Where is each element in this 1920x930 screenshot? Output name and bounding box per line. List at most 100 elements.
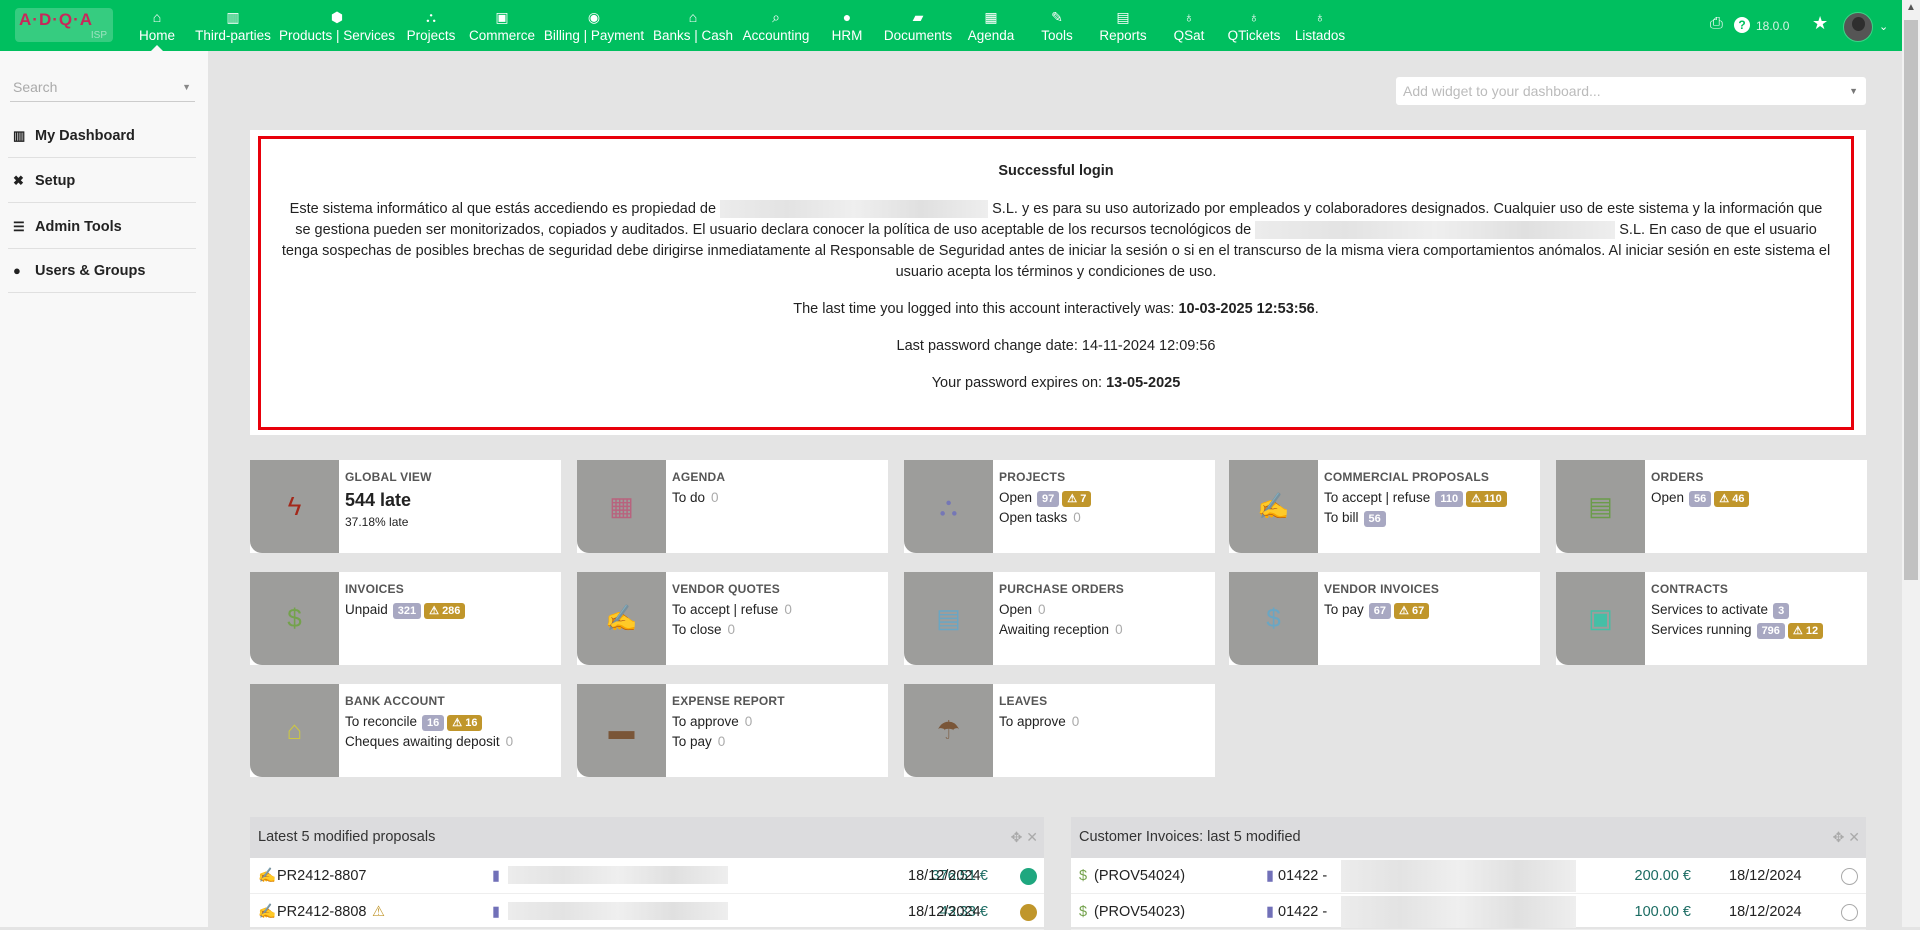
badge-count: 796 (1761, 625, 1780, 637)
warning-badge[interactable]: ⚠ 7 (1062, 491, 1092, 507)
widget-line[interactable]: Open 56 ⚠ 46 (1651, 488, 1863, 508)
table-row[interactable]: ✍ PR2412-8808 ⚠ ▮ 43.33 €18/12/2024 (250, 894, 1044, 930)
widget-commercial-proposals[interactable]: ✍ COMMERCIAL PROPOSALS To accept | refuse 1… (1229, 460, 1540, 553)
sidebar-item-admin-tools[interactable]: ☰ Admin Tools (8, 204, 196, 249)
nav-item-tools[interactable]: ✎ Tools (1041, 0, 1073, 51)
count-badge[interactable]: 796 (1756, 623, 1785, 639)
nav-item-home[interactable]: ⌂ Home (139, 0, 175, 51)
nav-item-hrm[interactable]: ● HRM (832, 0, 863, 51)
table-row[interactable]: ✍ PR2412-8807 ▮ 376.51 €18/12/2024 (250, 858, 1044, 894)
widget-expense-report[interactable]: ▬ EXPENSE REPORT To approve 0 To pay 0 (577, 684, 888, 777)
nav-item-commerce[interactable]: ▣ Commerce (469, 0, 535, 51)
scrollbar[interactable]: ▲ (1902, 0, 1920, 927)
nav-item-products-services[interactable]: ⬢ Products | Services (279, 0, 395, 51)
panel-header[interactable]: Latest 5 modified proposals ✥ ✕ (250, 817, 1044, 858)
nav-item-label: Billing | Payment (543, 28, 645, 43)
count-badge[interactable]: 321 (392, 603, 422, 619)
warning-badge[interactable]: ⚠ 16 (447, 715, 483, 731)
nav-item-banks-cash[interactable]: ⌂ Banks | Cash (653, 0, 733, 51)
nav-item-listados[interactable]: ♁ Listados (1295, 0, 1345, 51)
thirdparty-link[interactable]: 01422 - (1278, 858, 1327, 894)
proposal-ref-link[interactable]: PR2412-8808 (277, 894, 367, 930)
widget-agenda[interactable]: ▦ AGENDA To do 0 (577, 460, 888, 553)
count-badge[interactable]: 56 (1363, 511, 1386, 527)
widget-line[interactable]: To close 0 (672, 620, 884, 640)
nav-item-label: Products | Services (278, 28, 396, 43)
widget-leaves[interactable]: ☂ LEAVES To approve 0 (904, 684, 1215, 777)
widget-line[interactable]: To accept | refuse 0 (672, 600, 884, 620)
nav-item-documents[interactable]: ▰ Documents (884, 0, 952, 51)
count-badge[interactable]: 97 (1037, 491, 1060, 507)
table-row[interactable]: $ (PROV54024) ▮ 01422 - 200.00 € 18/12/2024 (1071, 858, 1866, 894)
table-row[interactable]: $ (PROV54023) ▮ 01422 - 100.00 € 18/12/2024 (1071, 894, 1866, 930)
proposal-ref-link[interactable]: PR2412-8807 (277, 858, 367, 894)
warning-badge[interactable]: ⚠ 67 (1394, 603, 1430, 619)
warning-badge[interactable]: ⚠ 12 (1787, 623, 1824, 639)
close-icon[interactable]: ✕ (1026, 829, 1038, 845)
widget-invoices[interactable]: $ INVOICES Unpaid 321 ⚠ 286 (250, 572, 561, 665)
move-icon[interactable]: ✥ (1011, 829, 1023, 845)
widget-vendor-quotes[interactable]: ✍ VENDOR QUOTES To accept | refuse 0 To clos… (577, 572, 888, 665)
count-badge[interactable]: 56 (1689, 491, 1712, 507)
widget-line[interactable]: Open 97 ⚠ 7 (999, 488, 1211, 508)
widget-line[interactable]: Open 0 (999, 600, 1211, 620)
invoice-ref-link[interactable]: (PROV54024) (1094, 858, 1185, 894)
company-logo[interactable]: A·D·Q·A ISP (15, 8, 113, 42)
widget-bank-account[interactable]: ⌂ BANK ACCOUNT To reconcile 16 ⚠ 16 Cheques a… (250, 684, 561, 777)
widget-line[interactable]: Open tasks 0 (999, 508, 1211, 528)
widget-line[interactable]: To approve 0 (999, 712, 1211, 732)
printer-icon[interactable]: ⎙ (1710, 15, 1723, 33)
widget-vendor-invoices[interactable]: $ VENDOR INVOICES To pay 67 ⚠ 67 (1229, 572, 1540, 665)
user-icon: ● (13, 263, 21, 278)
nav-item-billing-payment[interactable]: ◉ Billing | Payment (544, 0, 644, 51)
widget-purchase-orders[interactable]: ▤ PURCHASE ORDERS Open 0 Awaiting reception 0 (904, 572, 1215, 665)
nav-item-qtickets[interactable]: ♁ QTickets (1228, 0, 1281, 51)
close-icon[interactable]: ✕ (1848, 829, 1860, 845)
move-icon[interactable]: ✥ (1833, 829, 1845, 845)
panel-header[interactable]: Customer Invoices: last 5 modified ✥ ✕ (1071, 817, 1866, 858)
search-input[interactable]: Search ▼ (10, 76, 195, 102)
sidebar-item-my-dashboard[interactable]: ▥ My Dashboard (8, 113, 196, 158)
warning-badge[interactable]: ⚠ 286 (424, 603, 466, 619)
sidebar-item-setup[interactable]: ✖ Setup (8, 158, 196, 203)
amount: 100.00 € (1634, 904, 1691, 920)
bookmark-star-icon[interactable]: ★ (1812, 13, 1828, 34)
nav-item-qsat[interactable]: ♁ QSat (1174, 0, 1205, 51)
count-badge[interactable]: 67 (1368, 603, 1392, 619)
nav-item-third-parties[interactable]: ▥ Third-parties (195, 0, 271, 51)
nav-item-projects[interactable]: ⛬ Projects (407, 0, 456, 51)
widget-orders[interactable]: ▤ ORDERS Open 56 ⚠ 46 (1556, 460, 1867, 553)
widget-line[interactable]: Unpaid 321 ⚠ 286 (345, 600, 557, 620)
count-badge[interactable]: 16 (422, 715, 445, 731)
scroll-up-icon[interactable]: ▲ (1906, 2, 1916, 13)
widget-line[interactable]: Cheques awaiting deposit 0 (345, 732, 557, 752)
count-badge[interactable]: 3 (1773, 603, 1790, 619)
widget-line[interactable]: To bill 56 (1324, 508, 1536, 528)
chevron-down-icon[interactable]: ⌄ (1879, 20, 1888, 33)
count-badge[interactable]: 110 (1435, 491, 1464, 507)
widget-line[interactable]: To do 0 (672, 488, 884, 508)
widget-line[interactable]: To accept | refuse 110 ⚠ 110 (1324, 488, 1536, 508)
thirdparty-link[interactable]: 01422 - (1278, 894, 1327, 930)
widget-line[interactable]: To approve 0 (672, 712, 884, 732)
widget-global-view[interactable]: ϟ GLOBAL VIEW 544 late 37.18% late (250, 460, 561, 553)
warning-badge[interactable]: ⚠ 110 (1466, 491, 1507, 507)
sidebar-item-users-groups[interactable]: ● Users & Groups (8, 248, 196, 293)
nav-item-agenda[interactable]: ▦ Agenda (968, 0, 1015, 51)
nav-item-accounting[interactable]: ⌕ Accounting (743, 0, 810, 51)
widget-line[interactable]: Services to activate 3 (1651, 600, 1863, 620)
widget-contracts[interactable]: ▣ CONTRACTS Services to activate 3 Services … (1556, 572, 1867, 665)
widget-projects[interactable]: ⛬ PROJECTS Open 97 ⚠ 7 Open tasks 0 (904, 460, 1215, 553)
widget-line[interactable]: To reconcile 16 ⚠ 16 (345, 712, 557, 732)
help-icon[interactable]: ? (1734, 17, 1750, 33)
widget-line[interactable]: Awaiting reception 0 (999, 620, 1211, 640)
user-avatar[interactable] (1843, 12, 1873, 42)
widget-line[interactable]: To pay 67 ⚠ 67 (1324, 600, 1536, 620)
scrollbar-thumb[interactable] (1904, 20, 1918, 580)
invoice-ref-link[interactable]: (PROV54023) (1094, 894, 1185, 930)
widget-line[interactable]: To pay 0 (672, 732, 884, 752)
add-widget-select[interactable]: Add widget to your dashboard... ▼ (1396, 77, 1866, 105)
widget-line[interactable]: Services running 796 ⚠ 12 (1651, 620, 1863, 640)
warning-badge[interactable]: ⚠ 46 (1714, 491, 1750, 507)
nav-item-reports[interactable]: ▤ Reports (1099, 0, 1146, 51)
